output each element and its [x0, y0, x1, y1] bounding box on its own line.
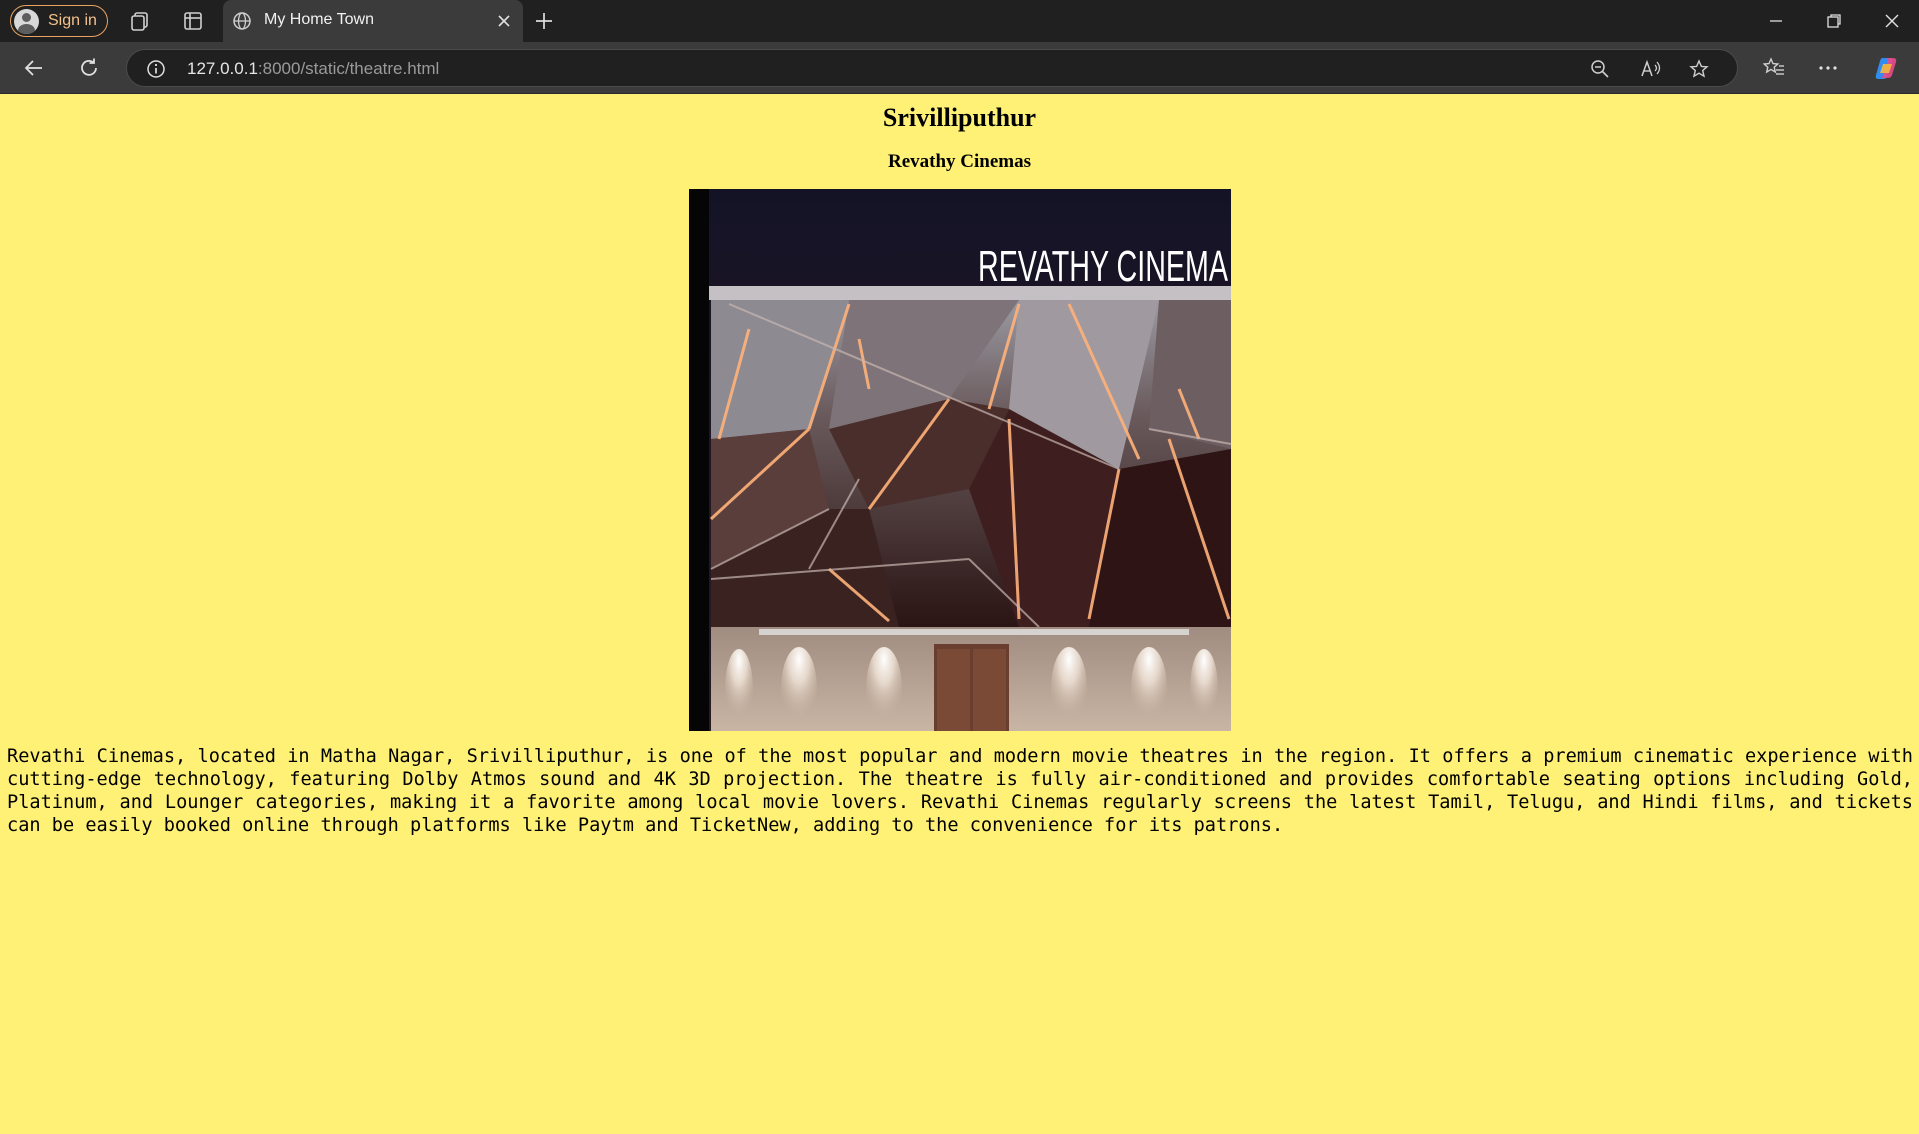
sign-text: REVATHY CINEMA	[978, 242, 1228, 291]
restore-icon[interactable]	[1822, 9, 1846, 33]
theatre-name: Revathy Cinemas	[887, 151, 1032, 172]
tab-title: My Home Town	[264, 11, 374, 28]
browser-tab-bar: Sign in My Home Town	[0, 0, 1919, 42]
theatre-image: REVATHY CINEMA	[689, 189, 1231, 731]
site-info-icon[interactable]	[145, 58, 167, 80]
favorite-star-icon[interactable]	[1688, 58, 1710, 80]
page-content: Srivilliputhur Revathy Cinemas REVATHY C…	[0, 94, 1919, 1134]
sign-in-button[interactable]: Sign in	[10, 5, 108, 37]
url-text: 127.0.0.1:8000/static/theatre.html	[187, 59, 439, 79]
globe-icon	[231, 10, 253, 32]
active-tab[interactable]: My Home Town	[223, 0, 523, 42]
address-bar[interactable]: 127.0.0.1:8000/static/theatre.html	[126, 49, 1738, 87]
workspaces-icon[interactable]	[128, 9, 152, 33]
navigation-bar: 127.0.0.1:8000/static/theatre.html	[0, 42, 1919, 94]
profile-avatar-icon	[14, 8, 39, 34]
back-icon[interactable]	[22, 56, 46, 80]
copilot-icon[interactable]	[1872, 54, 1900, 82]
more-options-icon[interactable]	[1816, 56, 1840, 80]
refresh-icon[interactable]	[77, 56, 101, 80]
url-host: 127.0.0.1	[187, 59, 258, 78]
favorites-list-icon[interactable]	[1762, 56, 1786, 80]
close-tab-icon[interactable]	[494, 11, 514, 31]
close-window-icon[interactable]	[1880, 9, 1904, 33]
zoom-out-icon[interactable]	[1589, 58, 1611, 80]
new-tab-icon[interactable]	[532, 9, 556, 33]
url-path: :8000/static/theatre.html	[257, 59, 440, 78]
tab-actions-icon[interactable]	[181, 9, 205, 33]
page-heading: Srivilliputhur	[882, 103, 1037, 132]
read-aloud-icon[interactable]	[1639, 58, 1663, 80]
sign-in-label: Sign in	[48, 12, 97, 29]
theatre-description: Revathi Cinemas, located in Matha Nagar,…	[7, 746, 1913, 836]
minimize-icon[interactable]	[1764, 9, 1788, 33]
